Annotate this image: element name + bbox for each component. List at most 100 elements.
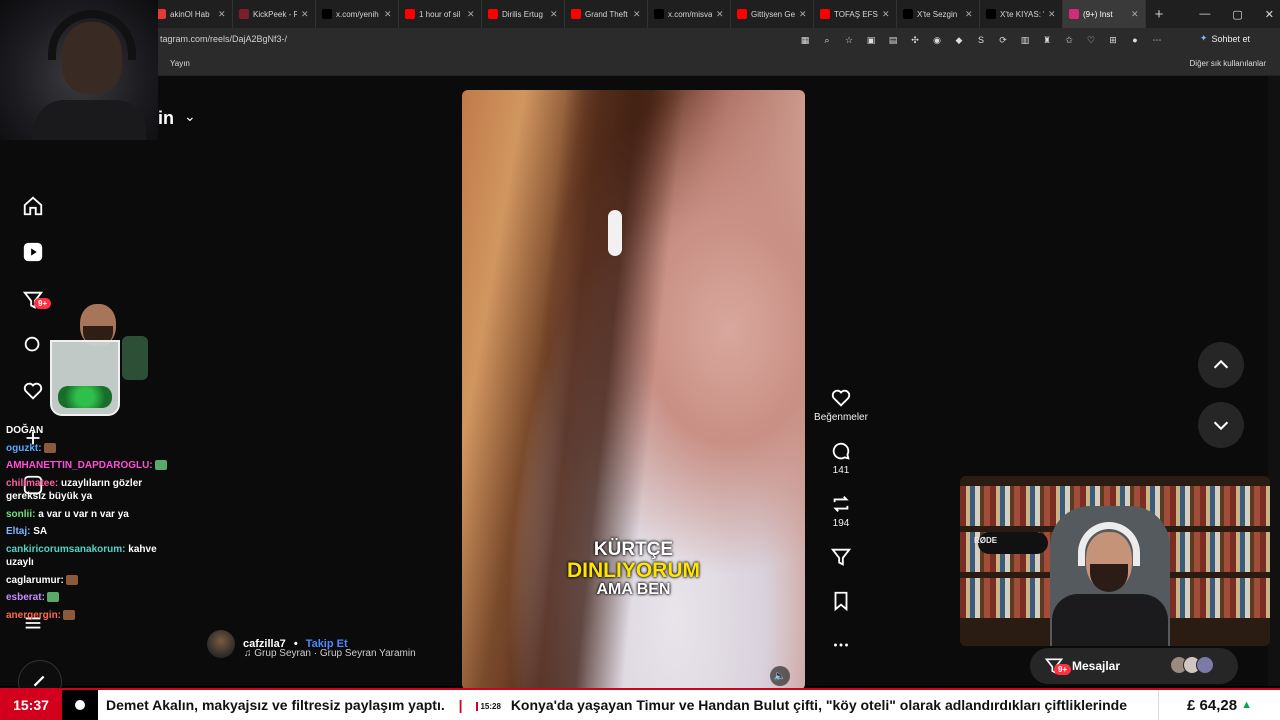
extension-icon[interactable]: ◉ [930,33,944,47]
like-button[interactable]: Beğenmeler [812,387,870,423]
browser-tab[interactable]: KickPeek - R ✕ [233,0,316,28]
tab-favicon-icon [986,9,996,19]
chat-message: caglarumur: [6,574,176,588]
tab-favicon-icon [654,9,664,19]
share-button[interactable] [812,546,870,571]
bookmark-other-favorites[interactable]: Diğer sık kullanılanlar [1190,59,1266,68]
zoom-icon[interactable]: ⌕ [820,33,834,47]
search-icon[interactable] [20,332,46,358]
chat-username[interactable]: chillmatee: [6,478,58,489]
tab-favicon-icon [239,9,249,19]
browser-tab[interactable]: TOFAŞ EFSA ✕ [814,0,897,28]
sidebar-icon[interactable]: ▥ [1018,33,1032,47]
chat-message: Eltaj: SA [6,525,176,539]
chat-username[interactable]: oguzkt: [6,443,42,454]
new-tab-button[interactable]: + [1146,6,1172,23]
close-tab-icon[interactable]: ✕ [1048,9,1056,20]
star-icon[interactable]: ☆ [842,33,856,47]
bookmark-item[interactable]: Yayın [170,59,190,68]
extension-icon[interactable]: ▣ [864,33,878,47]
price-value: £ 64,28 [1187,696,1238,714]
browser-tab[interactable]: (9+) Inst ✕ [1063,0,1146,28]
browser-tab[interactable]: Dirilis Ertug ✕ [482,0,565,28]
tab-favicon-icon [737,9,747,19]
chat-username[interactable]: anergergin: [6,610,61,621]
extension-icon[interactable]: ◆ [952,33,966,47]
close-tab-icon[interactable]: ✕ [218,9,226,20]
extension-icon[interactable]: ♡ [1084,33,1098,47]
emote-icon [43,442,56,453]
extension-icon[interactable]: ✣ [908,33,922,47]
overlay-beans [58,386,112,408]
browser-tab[interactable]: x.com/yenih ✕ [316,0,399,28]
chat-username[interactable]: esberat: [6,592,45,603]
tab-favicon-icon [488,9,498,19]
extension-icon[interactable]: ⟳ [996,33,1010,47]
favorites-icon[interactable]: ✩ [1062,33,1076,47]
chat-username[interactable]: cankiricorumsanakorum: [6,544,126,555]
audio-track-label: Grup Seyran · Grup Seyran Yaramin [254,648,416,659]
browser-tab[interactable]: akinOl Hab ✕ [150,0,233,28]
more-options-button[interactable] [812,634,870,659]
close-tab-icon[interactable]: ✕ [882,9,890,20]
close-tab-icon[interactable]: ✕ [550,9,558,20]
apps-icon[interactable]: ▦ [798,33,812,47]
author-avatar[interactable] [207,630,235,658]
chat-username[interactable]: sonlii: [6,509,35,520]
extension-icon[interactable]: ♜ [1040,33,1054,47]
ticker-clock: 15:37 [0,690,62,720]
close-tab-icon[interactable]: ✕ [633,9,641,20]
url-field[interactable]: tagram.com/reels/DajA2BgNf3-/ [160,34,287,44]
browser-tab[interactable]: X'te KIYAS: " ✕ [980,0,1063,28]
extension-icon[interactable]: S [974,33,988,47]
close-tab-icon[interactable]: ✕ [716,9,724,20]
browser-tab[interactable]: X'te Sezgin ✕ [897,0,980,28]
messages-button[interactable]: 9+ Mesajlar [1030,648,1238,684]
maximize-button[interactable]: ▢ [1232,8,1242,21]
close-tab-icon[interactable]: ✕ [301,9,309,20]
chat-username[interactable]: Eltaj: [6,526,30,537]
browser-tab[interactable]: Gittiysen Ge ✕ [731,0,814,28]
headline-timestamp: 15:28 [476,701,501,711]
save-button[interactable] [812,590,870,615]
audio-track[interactable]: ♫ Grup Seyran · Grup Seyran Yaramin [244,648,416,659]
browser-tab[interactable]: Grand Theft ✕ [565,0,648,28]
mute-button[interactable]: 🔈 [770,666,790,686]
avatar[interactable]: ● [1128,33,1142,47]
close-tab-icon[interactable]: ✕ [384,9,392,20]
close-tab-icon[interactable]: ✕ [965,9,973,20]
previous-reel-button[interactable] [1198,342,1244,388]
close-tab-icon[interactable]: ✕ [799,9,807,20]
reel-video[interactable] [462,90,805,690]
more-icon[interactable]: ⋯ [1150,33,1164,47]
streamer-body [34,100,146,140]
extension-icon[interactable]: ⊞ [1106,33,1120,47]
close-tab-icon[interactable]: ✕ [467,9,475,20]
chat-username[interactable]: AMHANETTIN_DAPDAROGLU: [6,460,153,471]
chat-username[interactable]: DOĞAN [6,425,43,436]
home-icon[interactable] [20,193,46,219]
repost-button[interactable]: 194 [812,493,870,529]
minimize-button[interactable]: — [1199,8,1210,20]
chat-username[interactable]: caglarumur: [6,575,64,586]
account-switcher[interactable]: in [158,108,174,129]
chat-button[interactable]: ✦ Sohbet et [1200,33,1250,44]
speaker-icon: 🔈 [773,670,787,682]
heart-icon[interactable] [20,378,46,404]
comment-button[interactable]: 141 [812,440,870,476]
close-window-button[interactable]: ✕ [1265,8,1274,21]
browser-tab[interactable]: x.com/misva ✕ [648,0,731,28]
stream-overlay-graphic [28,300,152,420]
browser-tab[interactable]: 1 hour of sil ✕ [399,0,482,28]
chevron-down-icon[interactable]: ⌄ [184,108,196,125]
next-reel-button[interactable] [1198,402,1244,448]
webcam-overlay-secondary: RØDE [960,476,1270,646]
reel-caption: KÜRTÇE DINLIYORUM AMA BEN [462,540,805,599]
reels-icon[interactable] [20,239,46,265]
extension-icon[interactable]: ▤ [886,33,900,47]
headline-2: Konya'da yaşayan Timur ve Handan Bulut ç… [510,697,1128,713]
chat-message: sonlii: a var u var n var ya [6,508,176,522]
ticker-headlines: Demet Akalın, makyajsız ve filtresiz pay… [98,697,1158,713]
close-tab-icon[interactable]: ✕ [1131,9,1139,20]
streamer-face [62,22,122,94]
